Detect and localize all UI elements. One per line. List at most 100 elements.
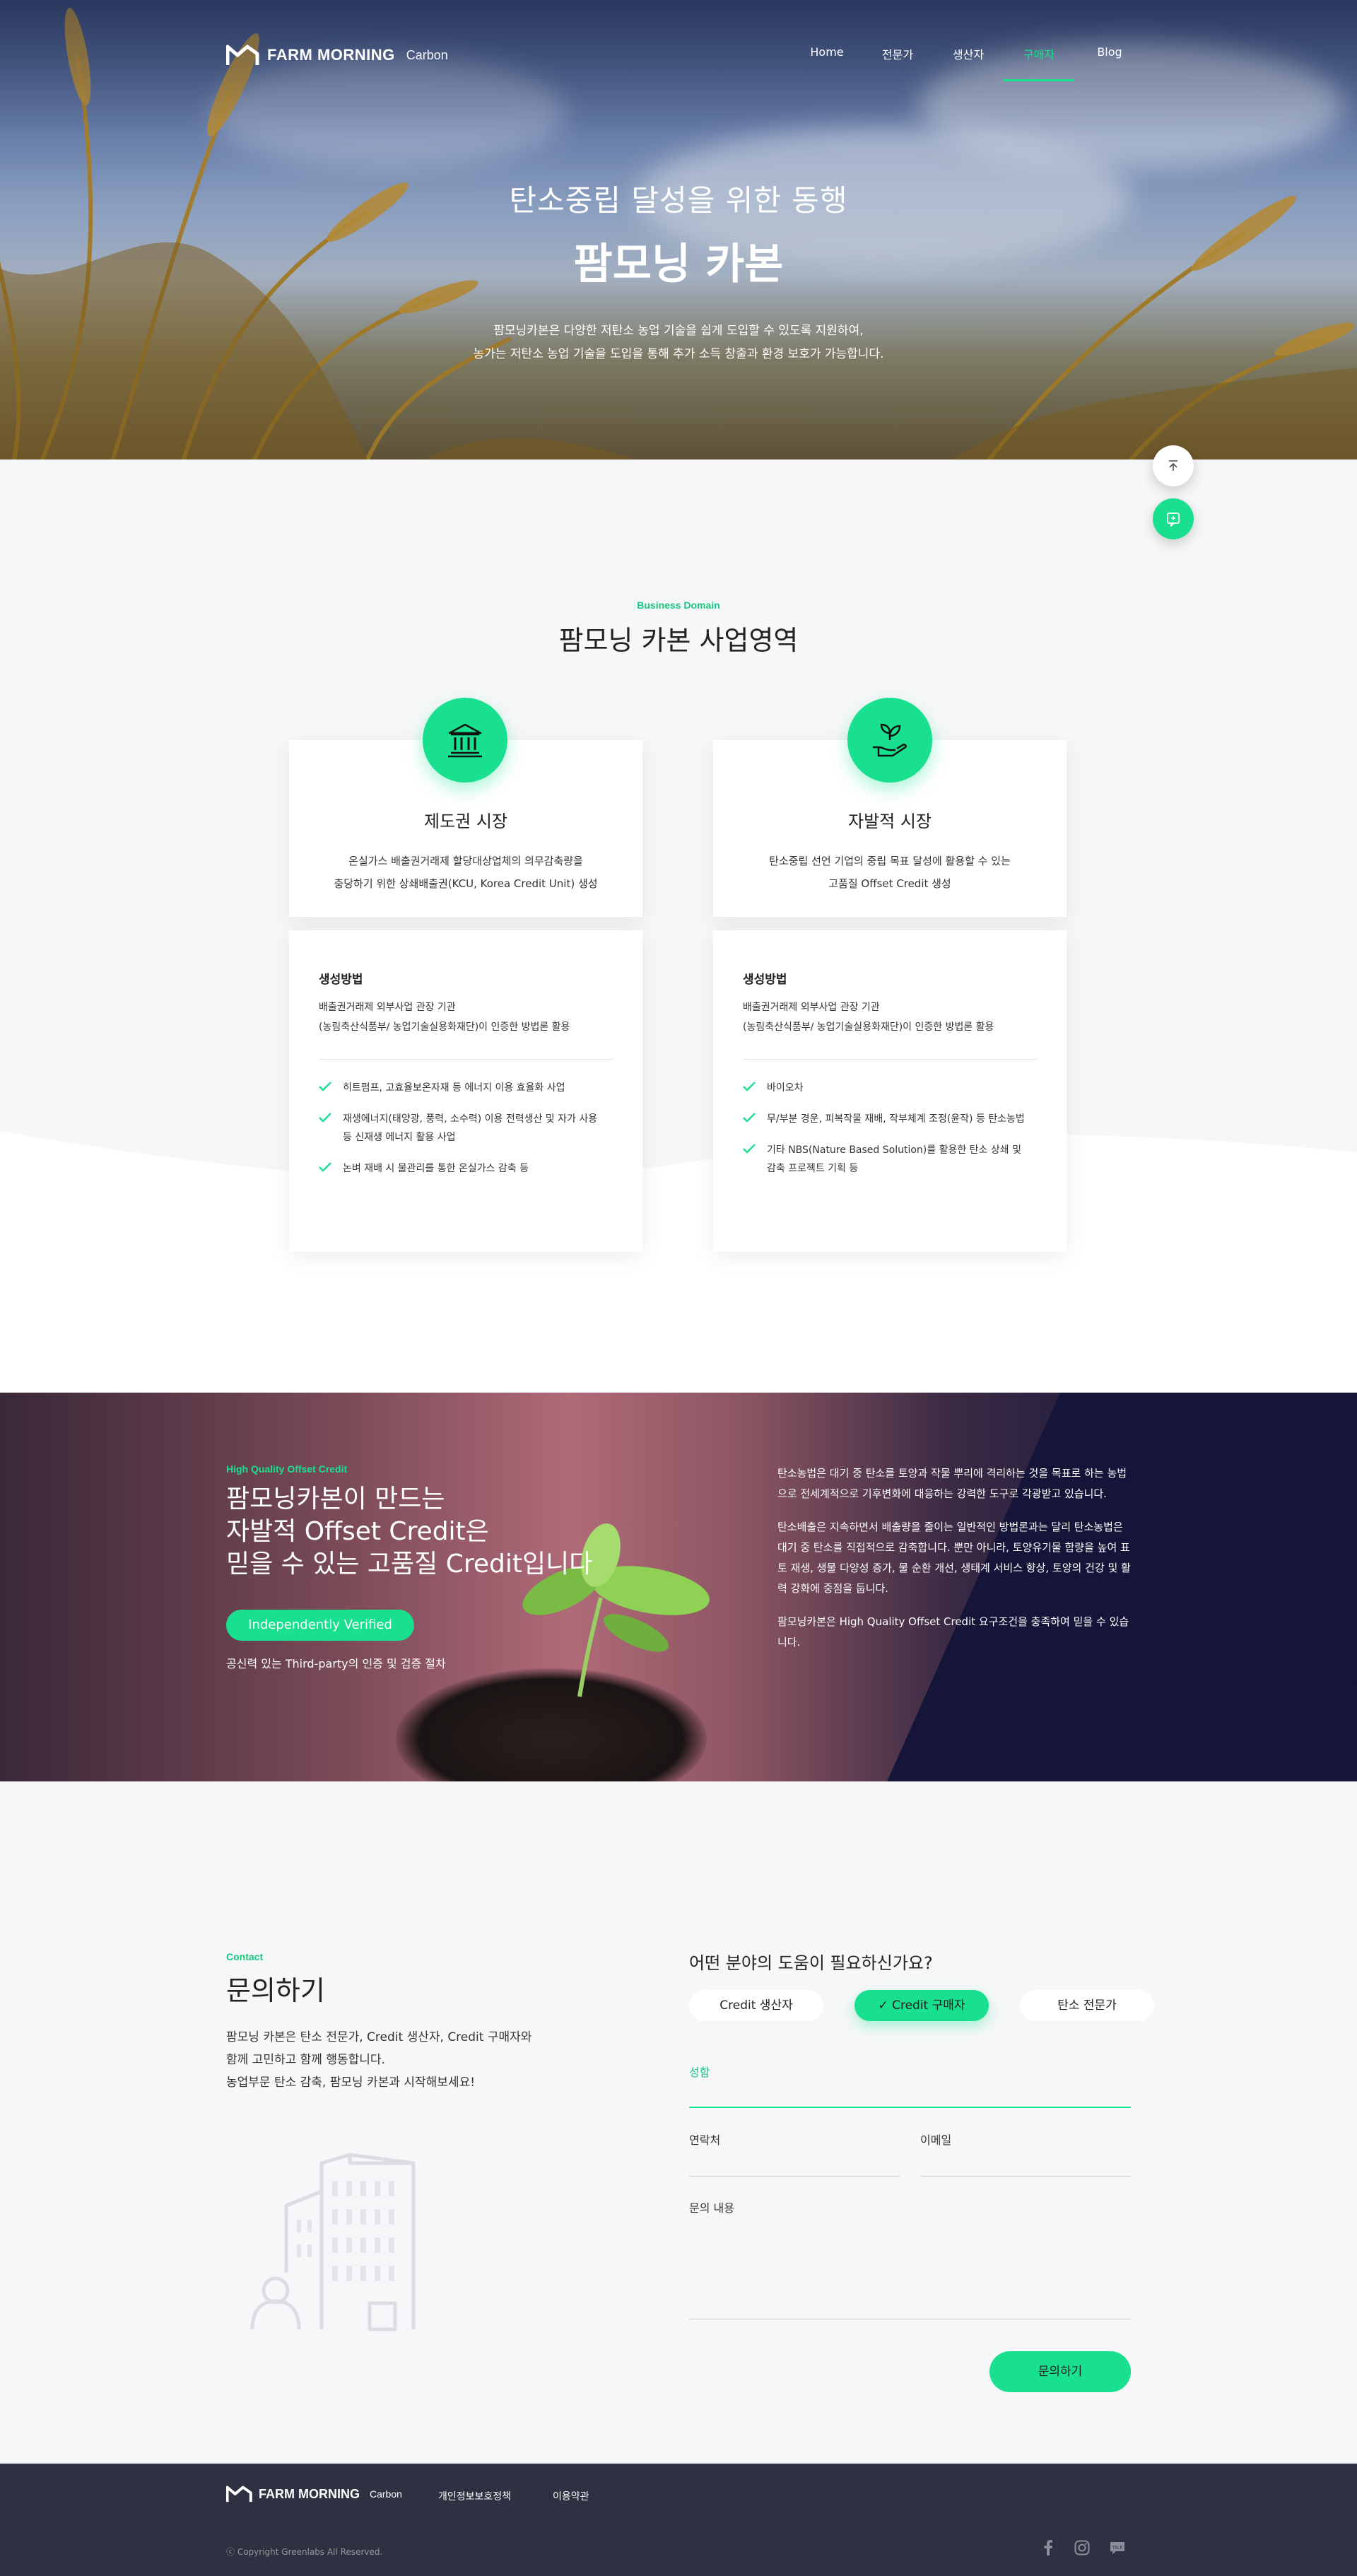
card-voluntary-method: 생성방법 배출권거래제 외부사업 관장 기관 (농림축산식품부/ 농업기술실용화… — [713, 930, 1067, 1252]
card-regulated-method: 생성방법 배출권거래제 외부사업 관장 기관 (농림축산식품부/ 농업기술실용화… — [289, 930, 642, 1252]
nav-item-producer[interactable]: 생산자 — [933, 45, 1004, 81]
card-description: 온실가스 배출권거래제 할당대상업체의 의무감축량을 충당하기 위한 상쇄배출권… — [289, 850, 642, 895]
list-item: 기타 NBS(Nature Based Solution)를 활용한 탄소 상쇄… — [743, 1141, 1033, 1178]
check-icon — [319, 1162, 331, 1172]
hero-description-line: 농가는 저탄소 농업 기술을 도입을 통해 추가 소득 창출과 환경 보호가 가… — [473, 347, 884, 361]
talk-icon[interactable]: TALK — [1107, 2537, 1128, 2558]
copyright: ⓒ Copyright Greenlabs All Reserved. — [226, 2547, 383, 2557]
offset-credit-section: High Quality Offset Credit 팜모닝카본이 만드는 자발… — [0, 1393, 1357, 1781]
hand-sprout-icon — [873, 723, 907, 757]
logo-name: FARM MORNING — [267, 46, 395, 64]
independently-verified-button[interactable]: Independently Verified — [226, 1610, 414, 1641]
hero-title: 팜모닝 카본 — [573, 240, 784, 289]
list-item: 무/부분 경운, 피복작물 재배, 작부체계 조정(윤작) 등 탄소농법 — [743, 1110, 1033, 1128]
method-list: 바이오차 무/부분 경운, 피복작물 재배, 작부체계 조정(윤작) 등 탄소농… — [743, 1079, 1033, 1190]
site-logo[interactable]: FARM MORNING Carbon — [226, 44, 448, 66]
method-line: 배출권거래제 외부사업 관장 기관 — [319, 1002, 456, 1013]
building-illustration — [250, 2153, 416, 2331]
offset-subtext: 공신력 있는 Third-party의 인증 및 검증 절차 — [226, 1657, 446, 1670]
hero-text: 탄소중립 달성을 위한 동행 팜모닝 카본 팜모닝카본은 다양한 저탄소 농업 … — [0, 177, 1357, 366]
business-title: 팜모닝 카본 사업영역 — [558, 625, 799, 656]
submit-button[interactable]: 문의하기 — [989, 2351, 1131, 2392]
divider — [743, 1059, 1037, 1060]
nav-item-expert[interactable]: 전문가 — [862, 45, 933, 81]
check-icon — [319, 1082, 331, 1091]
institution-icon-circle — [423, 698, 507, 783]
list-item: 재생에너지(태양광, 풍력, 소수력) 이용 전력생산 및 자가 사용 등 신재… — [319, 1110, 609, 1147]
offset-heading-line: 팜모닝카본이 만드는 — [226, 1485, 445, 1514]
offset-heading: 팜모닝카본이 만드는 자발적 Offset Credit은 믿을 수 있는 고품… — [226, 1483, 622, 1581]
method-line: 배출권거래제 외부사업 관장 기관 — [743, 1002, 880, 1013]
help-question: 어떤 분야의 도움이 필요하신가요? — [689, 1953, 933, 1973]
facebook-icon[interactable] — [1038, 2537, 1059, 2558]
footer: FARM MORNING Carbon 개인정보보호정책 이용약관 ⓒ Copy… — [0, 2464, 1357, 2576]
farm-morning-logo-icon — [226, 2486, 252, 2502]
method-line: (농림축산식품부/ 농업기술실용화재단)이 인증한 방법론 활용 — [743, 1021, 994, 1033]
footer-logo[interactable]: FARM MORNING Carbon — [226, 2485, 402, 2503]
offset-paragraph: 탄소농법은 대기 중 탄소를 토양과 작물 뿌리에 격리하는 것을 목표로 하는… — [777, 1467, 1127, 1500]
terms-link[interactable]: 이용약관 — [553, 2489, 589, 2503]
check-icon: ✓ — [878, 1998, 893, 2013]
chat-icon — [1167, 513, 1180, 527]
phone-field[interactable] — [689, 2176, 900, 2177]
method-title: 생성방법 — [319, 973, 363, 987]
email-label: 이메일 — [920, 2133, 952, 2147]
hero-description-line: 팜모닝카본은 다양한 저탄소 농업 기술을 쉽게 도입할 수 있도록 지원하여, — [493, 324, 864, 338]
list-item-text: 무/부분 경운, 피복작물 재배, 작부체계 조정(윤작) 등 탄소농법 — [767, 1113, 1025, 1125]
offset-paragraph: 팜모닝카본은 High Quality Offset Credit 요구조건을 … — [777, 1615, 1129, 1649]
main-menu: Home 전문가 생산자 구매자 Blog — [792, 45, 1145, 81]
list-item-text: 히트펌프, 고효율보온자재 등 에너지 이용 효율화 사업 — [343, 1082, 565, 1094]
offset-tag: High Quality Offset Credit — [226, 1463, 348, 1475]
name-field[interactable] — [689, 2107, 1131, 2108]
contact-description-line: 함께 고민하고 함께 행동합니다. — [226, 2053, 385, 2067]
name-label: 성함 — [689, 2066, 710, 2079]
nav-item-buyer[interactable]: 구매자 — [1004, 45, 1074, 81]
phone-label: 연락처 — [689, 2133, 721, 2147]
arrow-up-icon — [1169, 460, 1177, 471]
background-wave — [0, 1131, 1357, 1400]
logo-sub: Carbon — [406, 47, 448, 62]
footer-logo-name: FARM MORNING — [259, 2486, 360, 2501]
offset-heading-line: 믿을 수 있는 고품질 Credit입니다 — [226, 1550, 593, 1579]
message-label: 문의 내용 — [689, 2201, 734, 2215]
method-list: 히트펌프, 고효율보온자재 등 에너지 이용 효율화 사업 재생에너지(태양광,… — [319, 1079, 609, 1190]
check-icon — [319, 1113, 331, 1123]
farm-morning-logo-icon — [226, 45, 259, 65]
chip-credit-producer[interactable]: Credit 생산자 — [689, 1990, 823, 2021]
instagram-icon[interactable] — [1071, 2537, 1093, 2558]
card-title: 제도권 시장 — [423, 812, 508, 831]
chip-carbon-expert[interactable]: 탄소 전문가 — [1020, 1990, 1154, 2021]
nav-item-blog[interactable]: Blog — [1074, 45, 1145, 81]
scroll-top-button[interactable] — [1153, 445, 1194, 486]
nav-item-home[interactable]: Home — [792, 45, 862, 81]
hero-subtitle: 탄소중립 달성을 위한 동행 — [509, 183, 848, 218]
list-item: 논벼 재배 시 물관리를 통한 온실가스 감축 등 — [319, 1159, 609, 1178]
method-line: (농림축산식품부/ 농업기술실용화재단)이 인증한 방법론 활용 — [319, 1021, 570, 1033]
business-tag: Business Domain — [637, 599, 720, 611]
method-description: 배출권거래제 외부사업 관장 기관 (농림축산식품부/ 농업기술실용화재단)이 … — [743, 997, 994, 1037]
hero-section: FARM MORNING Carbon Home 전문가 생산자 구매자 Blo… — [0, 0, 1357, 459]
list-item-text: 바이오차 — [767, 1082, 804, 1094]
sprout-icon-circle — [847, 698, 932, 783]
list-item-text: 기타 NBS(Nature Based Solution)를 활용한 탄소 상쇄… — [767, 1144, 1021, 1174]
check-icon — [743, 1144, 756, 1154]
method-title: 생성방법 — [743, 973, 787, 987]
contact-description-line: 팜모닝 카본은 탄소 전문가, Credit 생산자, Credit 구매자와 — [226, 2030, 532, 2044]
chip-credit-buyer[interactable]: ✓ Credit 구매자 — [854, 1990, 989, 2021]
privacy-policy-link[interactable]: 개인정보보호정책 — [438, 2489, 511, 2503]
offset-paragraph: 탄소배출은 지속하면서 배출량을 줄이는 일반적인 방법론과는 달리 탄소농법은… — [777, 1521, 1131, 1595]
footer-logo-sub: Carbon — [370, 2488, 402, 2500]
card-description-line: 온실가스 배출권거래제 할당대상업체의 의무감축량을 — [348, 855, 583, 867]
list-item: 히트펌프, 고효율보온자재 등 에너지 이용 효율화 사업 — [319, 1079, 609, 1097]
divider — [319, 1059, 613, 1060]
institution-building-icon — [448, 723, 482, 758]
chat-button[interactable] — [1153, 498, 1194, 539]
check-icon — [743, 1082, 756, 1091]
top-navigation: FARM MORNING Carbon Home 전문가 생산자 구매자 Blo… — [0, 0, 1357, 81]
check-icon — [743, 1113, 756, 1123]
list-item: 바이오차 — [743, 1079, 1033, 1097]
email-field[interactable] — [920, 2176, 1131, 2177]
white-band — [0, 1364, 1357, 1393]
list-item-text: 재생에너지(태양광, 풍력, 소수력) 이용 전력생산 및 자가 사용 등 신재… — [343, 1113, 598, 1143]
contact-description-line: 농업부문 탄소 감축, 팜모닝 카본과 시작해보세요! — [226, 2076, 476, 2090]
